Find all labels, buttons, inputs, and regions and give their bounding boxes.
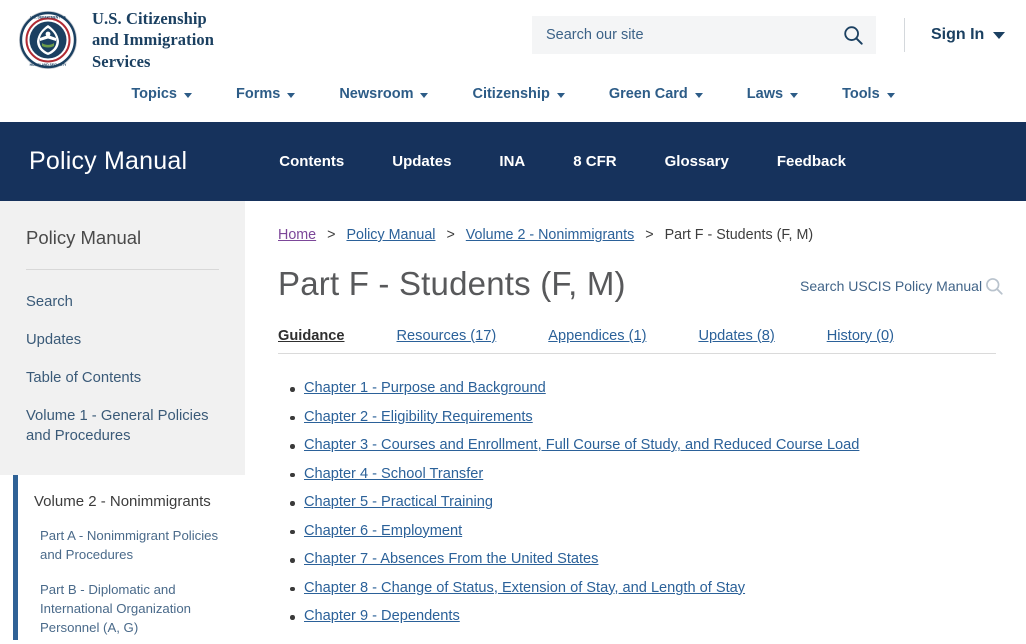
policy-manual-search-box[interactable]: [786, 263, 1014, 309]
chapter-link-1[interactable]: Chapter 1 - Purpose and Background: [304, 380, 546, 396]
breadcrumb-policy-manual[interactable]: Policy Manual: [346, 227, 435, 243]
content-tabs: Guidance Resources (17) Appendices (1) U…: [278, 328, 996, 354]
chevron-down-icon: [993, 31, 1006, 39]
breadcrumb-volume-2[interactable]: Volume 2 - Nonimmigrants: [466, 227, 634, 243]
list-item: Chapter 7 - Absences From the United Sta…: [290, 551, 996, 567]
nav-label: Topics: [131, 86, 177, 102]
primary-nav: Topics Forms Newsroom Citizenship Green …: [0, 80, 1026, 122]
chapter-link-3[interactable]: Chapter 3 - Courses and Enrollment, Full…: [304, 437, 859, 453]
chevron-down-icon: [790, 92, 799, 98]
nav-label: Forms: [236, 86, 281, 102]
nav-label: Newsroom: [339, 86, 414, 102]
sign-in-label: Sign In: [931, 26, 985, 43]
nav-label: Laws: [746, 86, 784, 102]
nav-item-laws[interactable]: Laws: [725, 86, 820, 102]
policy-manual-title: Policy Manual: [29, 147, 188, 175]
list-item: Chapter 1 - Purpose and Background: [290, 380, 996, 396]
breadcrumb-home[interactable]: Home: [278, 227, 316, 243]
chapter-link-5[interactable]: Chapter 5 - Practical Training: [304, 494, 493, 510]
header-right-cluster: Sign In: [532, 16, 1006, 54]
sidebar-item-search[interactable]: Search: [0, 284, 245, 322]
policy-manual-nav: Contents Updates INA 8 CFR Glossary Feed…: [255, 153, 870, 170]
sidebar-item-table-of-contents[interactable]: Table of Contents: [0, 360, 245, 398]
nav-item-tools[interactable]: Tools: [820, 86, 917, 102]
nav-label: Citizenship: [472, 86, 550, 102]
pm-link-contents[interactable]: Contents: [255, 153, 368, 170]
breadcrumb-separator: >: [446, 227, 455, 243]
sidebar-item-part-a[interactable]: Part A - Nonimmigrant Policies and Proce…: [18, 527, 245, 564]
chapter-link-8[interactable]: Chapter 8 - Change of Status, Extension …: [304, 580, 745, 596]
policy-manual-search-input[interactable]: [800, 278, 984, 294]
svg-text:U.S. DEPARTMENT OF: U.S. DEPARTMENT OF: [30, 15, 65, 19]
sidebar-item-volume-1[interactable]: Volume 1 - General Policies and Procedur…: [0, 398, 245, 456]
site-search-box[interactable]: [532, 16, 876, 54]
breadcrumb-separator: >: [327, 227, 336, 243]
breadcrumb-separator: >: [645, 227, 654, 243]
tab-history[interactable]: History (0): [827, 328, 946, 344]
chapter-link-9[interactable]: Chapter 9 - Dependents: [304, 608, 460, 624]
tab-resources[interactable]: Resources (17): [397, 328, 549, 344]
breadcrumb-current: Part F - Students (F, M): [664, 227, 814, 243]
sidebar-divider: [26, 269, 219, 270]
sidebar-panel: Policy Manual Search Updates Table of Co…: [0, 201, 245, 475]
nav-item-citizenship[interactable]: Citizenship: [450, 86, 586, 102]
search-icon[interactable]: [842, 24, 864, 46]
pm-link-ina[interactable]: INA: [475, 153, 549, 170]
list-item: Chapter 9 - Dependents: [290, 608, 996, 624]
list-item: Chapter 3 - Courses and Enrollment, Full…: [290, 437, 996, 453]
agency-name: U.S. Citizenship and Immigration Service…: [92, 9, 215, 71]
sidebar-active-group-volume-2: Volume 2 - Nonimmigrants Part A - Nonimm…: [13, 475, 245, 640]
sidebar-item-part-b[interactable]: Part B - Diplomatic and International Or…: [18, 581, 245, 637]
site-brand[interactable]: U.S. DEPARTMENT OF HOMELAND SECURITY U.S…: [18, 8, 214, 71]
chapter-link-6[interactable]: Chapter 6 - Employment: [304, 523, 462, 539]
nav-item-newsroom[interactable]: Newsroom: [317, 86, 450, 102]
sidebar: Policy Manual Search Updates Table of Co…: [0, 201, 245, 640]
sign-in-button[interactable]: Sign In: [931, 26, 1006, 44]
nav-item-topics[interactable]: Topics: [109, 86, 214, 102]
tab-appendices[interactable]: Appendices (1): [548, 328, 698, 344]
list-item: Chapter 6 - Employment: [290, 523, 996, 539]
chevron-down-icon: [556, 92, 565, 98]
list-item: Chapter 4 - School Transfer: [290, 466, 996, 482]
search-input[interactable]: [546, 27, 842, 43]
chapter-link-4[interactable]: Chapter 4 - School Transfer: [304, 466, 483, 482]
list-item: Chapter 2 - Eligibility Requirements: [290, 409, 996, 425]
svg-text:HOMELAND SECURITY: HOMELAND SECURITY: [30, 63, 67, 67]
header-divider: [904, 18, 905, 52]
sidebar-heading: Policy Manual: [26, 227, 142, 248]
chevron-down-icon: [886, 92, 895, 98]
chapter-link-2[interactable]: Chapter 2 - Eligibility Requirements: [304, 409, 533, 425]
nav-label: Tools: [842, 86, 880, 102]
site-header: U.S. DEPARTMENT OF HOMELAND SECURITY U.S…: [0, 0, 1026, 80]
chapter-link-7[interactable]: Chapter 7 - Absences From the United Sta…: [304, 551, 598, 567]
nav-label: Green Card: [608, 86, 688, 102]
list-item: Chapter 8 - Change of Status, Extension …: [290, 580, 996, 596]
pm-link-glossary[interactable]: Glossary: [641, 153, 753, 170]
tab-updates[interactable]: Updates (8): [698, 328, 826, 344]
dhs-seal-icon: U.S. DEPARTMENT OF HOMELAND SECURITY: [19, 10, 77, 69]
chevron-down-icon: [287, 92, 296, 98]
chapter-list: Chapter 1 - Purpose and Background Chapt…: [278, 380, 996, 624]
pm-link-feedback[interactable]: Feedback: [753, 153, 870, 170]
sidebar-item-updates[interactable]: Updates: [0, 322, 245, 360]
chevron-down-icon: [420, 92, 429, 98]
tab-guidance[interactable]: Guidance: [278, 328, 397, 344]
list-item: Chapter 5 - Practical Training: [290, 494, 996, 510]
policy-manual-bar: Policy Manual Contents Updates INA 8 CFR…: [0, 122, 1026, 309]
chevron-down-icon: [694, 92, 703, 98]
nav-item-green-card[interactable]: Green Card: [587, 86, 725, 102]
chevron-down-icon: [184, 92, 192, 98]
pm-link-updates[interactable]: Updates: [368, 153, 475, 170]
search-icon[interactable]: [984, 276, 1004, 296]
breadcrumb: Home > Policy Manual > Volume 2 - Nonimm…: [278, 227, 996, 243]
pm-link-8-cfr[interactable]: 8 CFR: [549, 153, 640, 170]
nav-item-forms[interactable]: Forms: [214, 86, 317, 102]
sidebar-item-volume-2[interactable]: Volume 2 - Nonimmigrants: [18, 493, 245, 510]
